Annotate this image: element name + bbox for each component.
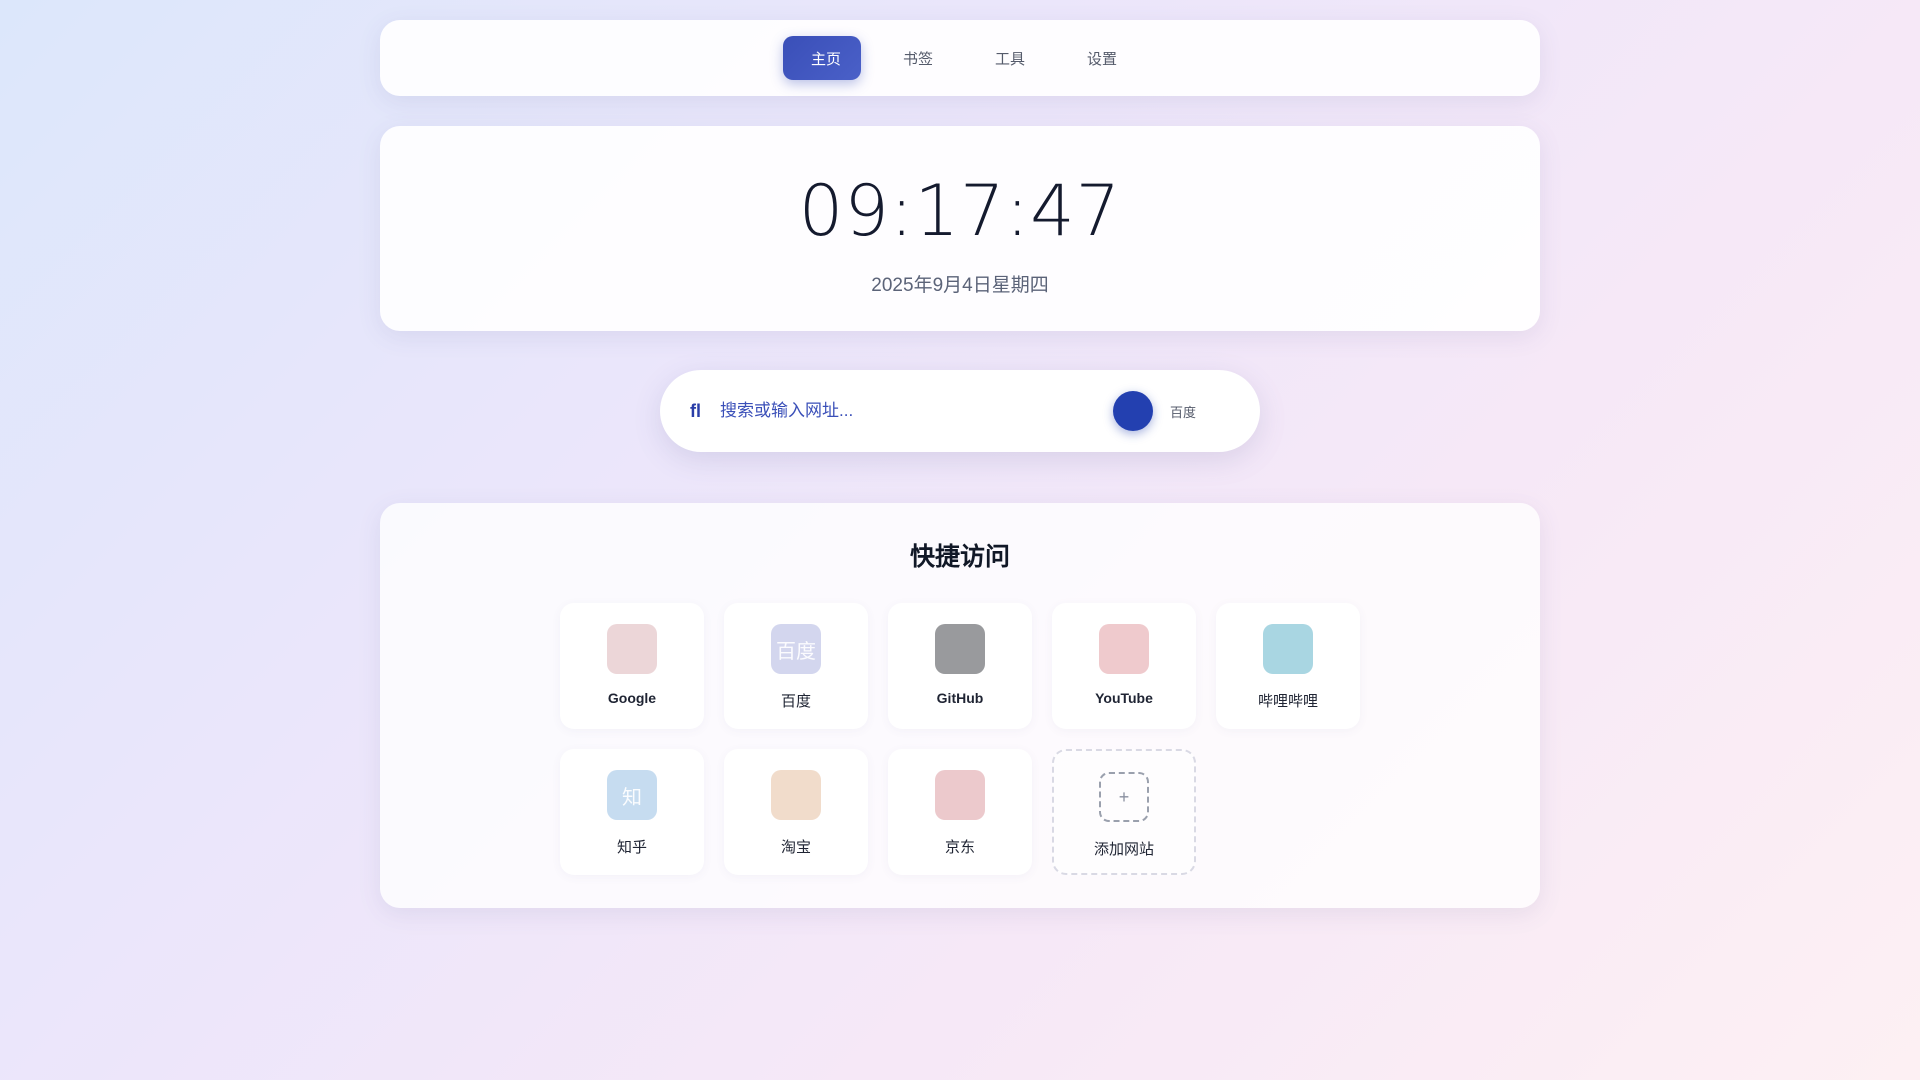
- tab-bookmarks[interactable]: 书签: [875, 36, 953, 80]
- baidu-icon: 百度: [771, 624, 821, 674]
- quick-link-label: 百度: [780, 693, 811, 710]
- clock-time: 09:17:47: [798, 170, 1122, 252]
- bilibili-icon: [1263, 624, 1313, 674]
- quick-access-card: 快捷访问 Google 百度 百度 GitHub YouTube 哔哩哔哩知知乎 淘宝 京东 +…: [380, 503, 1540, 908]
- tab-settings-label: 设置: [1087, 50, 1118, 68]
- tab-tools[interactable]: 工具: [967, 36, 1045, 80]
- quick-link-zhihu[interactable]: 知知乎: [560, 749, 704, 875]
- quick-link-youtube[interactable]: YouTube: [1052, 603, 1196, 729]
- quick-link-label: YouTube: [1095, 690, 1153, 706]
- search-engine-button[interactable]: [1112, 391, 1153, 431]
- tab-bookmarks-label: 书签: [902, 50, 933, 68]
- youtube-icon: [1099, 624, 1149, 674]
- quick-link-label: 淘宝: [780, 839, 811, 856]
- quick-link-google[interactable]: Google: [560, 603, 704, 729]
- add-site-button[interactable]: + 添加网站: [1052, 749, 1196, 875]
- jd-icon: [935, 770, 985, 820]
- search-input[interactable]: [720, 401, 1113, 421]
- tab-settings[interactable]: 设置: [1059, 36, 1137, 80]
- search-engine-label[interactable]: 百度: [1170, 402, 1196, 421]
- search-bar: fl 百度: [660, 370, 1260, 452]
- plus-icon: +: [1099, 772, 1149, 822]
- clock-date: 2025年9月4日星期四: [871, 275, 1049, 296]
- tab-home[interactable]: 主页: [782, 36, 861, 80]
- quick-link-label: Google: [607, 690, 657, 706]
- quick-link-label: GitHub: [936, 690, 984, 706]
- quick-link-bilibili[interactable]: 哔哩哔哩: [1216, 603, 1360, 729]
- quick-access-title: 快捷访问: [909, 543, 1010, 571]
- tab-tools-label: 工具: [995, 50, 1026, 68]
- add-site-label: 添加网站: [1093, 841, 1154, 858]
- top-nav: 主页 书签 工具 设置: [380, 20, 1540, 96]
- quick-link-label: 京东: [944, 839, 975, 856]
- quick-link-label: 知乎: [616, 839, 647, 856]
- quick-link-github[interactable]: GitHub: [888, 603, 1032, 729]
- tab-home-label: 主页: [810, 50, 841, 68]
- quick-access-grid: Google 百度 百度 GitHub YouTube 哔哩哔哩知知乎 淘宝 京东 + 添加网站: [560, 603, 1360, 875]
- taobao-icon: [771, 770, 821, 820]
- quick-link-label: 哔哩哔哩: [1257, 693, 1318, 710]
- search-icon: fl: [690, 400, 701, 421]
- github-icon: [935, 624, 985, 674]
- zhihu-icon: 知: [607, 770, 657, 820]
- quick-link-baidu[interactable]: 百度 百度: [724, 603, 868, 729]
- clock-card: 09:17:47 2025年9月4日星期四: [380, 126, 1540, 331]
- quick-link-taobao[interactable]: 淘宝: [724, 749, 868, 875]
- quick-link-jd[interactable]: 京东: [888, 749, 1032, 875]
- google-icon: [607, 624, 657, 674]
